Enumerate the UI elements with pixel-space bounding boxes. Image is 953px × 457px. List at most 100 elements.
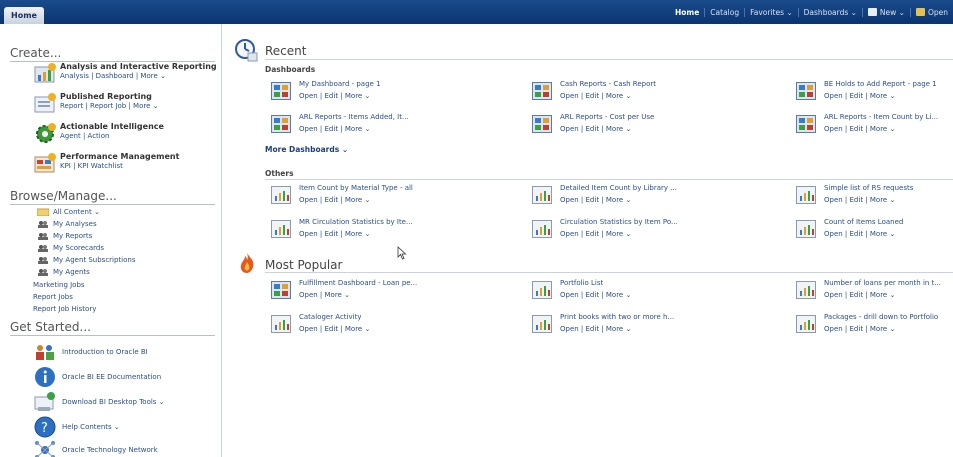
recent-other-name[interactable]: Detailed Item Count by Library ... [560,184,677,192]
gear-icon [36,123,56,143]
browse-heading: Browse/Manage... [10,189,117,203]
popular-item: Print books with two or more h... Open | … [532,313,782,341]
popular-item-actions[interactable]: Open | Edit | More ⌄ [560,291,631,299]
recent-dashboard-name[interactable]: Cash Reports - Cash Report [560,80,656,88]
recent-dashboard-actions[interactable]: Open | Edit | More ⌄ [560,125,631,133]
browse-marketing-jobs[interactable]: Marketing Jobs [33,281,85,289]
browse-my-reports[interactable]: My Reports [37,232,92,240]
tab-home[interactable]: Home [4,7,44,24]
gs-download-tools[interactable]: Download BI Desktop Tools ⌄ [34,391,165,413]
recent-other-name[interactable]: Simple list of RS requests [824,184,913,192]
browse-report-job-history[interactable]: Report Job History [33,305,96,313]
browse-my-analyses[interactable]: My Analyses [37,220,97,228]
recent-other-actions[interactable]: Open | Edit | More ⌄ [560,230,631,238]
gs-help-label: Help Contents ⌄ [62,423,120,431]
recent-other-name[interactable]: Item Count by Material Type - all [299,184,413,192]
recent-dashboard-item: Cash Reports - Cash Report Open | Edit | … [532,80,782,108]
nav-new[interactable]: New ⌄ [861,7,910,17]
popular-item-actions[interactable]: Open | Edit | More ⌄ [299,325,370,333]
browse-all-content-label: All Content ⌄ [53,208,100,216]
popular-item-name[interactable]: Fulfillment Dashboard - Loan pe... [299,279,417,287]
popular-item-name[interactable]: Portfolio List [560,279,603,287]
network-icon [35,441,55,457]
recent-dashboard-item: BE Holds to Add Report - page 1 Open | Ed… [796,80,953,108]
divider [265,59,953,60]
download-icon [34,392,55,411]
recent-heading: Recent [265,44,307,58]
gs-documentation[interactable]: Oracle BI EE Documentation [34,366,161,388]
create-analysis-links[interactable]: Analysis | Dashboard | More ⌄ [60,72,166,80]
browse-my-agents[interactable]: My Agents [37,268,90,276]
users-icon [38,257,48,264]
recent-dashboard-actions[interactable]: Open | Edit | More ⌄ [824,125,895,133]
nav-open[interactable]: Open [909,7,953,17]
browse-my-reports-label: My Reports [53,232,93,240]
recent-other-actions[interactable]: Open | Edit | More ⌄ [824,196,895,204]
recent-other-actions[interactable]: Open | Edit | More ⌄ [299,196,370,204]
report-icon [271,186,291,204]
recent-dashboard-actions[interactable]: Open | Edit | More ⌄ [299,125,370,133]
popular-item-actions[interactable]: Open | Edit | More ⌄ [560,325,631,333]
nav-favorites[interactable]: Favorites ⌄ [744,7,798,17]
users-icon [38,269,48,276]
recent-dashboard-name[interactable]: BE Holds to Add Report - page 1 [824,80,937,88]
popular-item-actions[interactable]: Open | Edit | More ⌄ [824,291,895,299]
recent-other-name[interactable]: Count of Items Loaned [824,218,903,226]
popular-item-actions[interactable]: Open | More ⌄ [299,291,350,299]
recent-other-actions[interactable]: Open | Edit | More ⌄ [824,230,895,238]
recent-other-name[interactable]: Circulation Statistics by Item Po... [560,218,678,226]
recent-other-name[interactable]: MR Circulation Statistics by Ite... [299,218,413,226]
popular-item-name[interactable]: Cataloger Activity [299,313,361,321]
popular-item: Packages - drill down to Portfolio Open |… [796,313,953,341]
browse-my-scorecards[interactable]: My Scorecards [37,244,104,252]
recent-dashboard-name[interactable]: ARL Reports - Item Count by Li... [824,113,938,121]
people-icon [36,345,54,360]
recent-dashboard-item: ARL Reports - Cost per Use Open | Edit | … [532,113,782,141]
global-nav: Home Catalog Favorites ⌄ Dashboards ⌄ Ne… [670,0,953,24]
recent-dashboard-name[interactable]: ARL Reports - Items Added, It... [299,113,409,121]
info-icon [35,367,55,387]
gs-intro-label: Introduction to Oracle BI [62,348,148,356]
browse-report-jobs[interactable]: Report Jobs [33,293,73,301]
mouse-cursor-icon [397,246,407,260]
popular-item-name[interactable]: Packages - drill down to Portfolio [824,313,938,321]
gs-documentation-label: Oracle BI EE Documentation [62,373,162,381]
recent-dashboard-name[interactable]: ARL Reports - Cost per Use [560,113,654,121]
nav-dashboards[interactable]: Dashboards ⌄ [797,7,862,17]
popular-item: Cataloger Activity Open | Edit | More ⌄ [271,313,521,341]
recent-other-item: Circulation Statistics by Item Po... Open… [532,218,782,246]
create-published-links[interactable]: Report | Report Job | More ⌄ [60,102,159,110]
recent-other-item: Count of Items Loaned Open | Edit | More … [796,218,953,246]
folder-icon [37,208,49,216]
popular-item-name[interactable]: Print books with two or more h... [560,313,674,321]
report-icon [271,220,291,238]
recent-other-item: MR Circulation Statistics by Ite... Open … [271,218,521,246]
popular-item-actions[interactable]: Open | Edit | More ⌄ [824,325,895,333]
recent-other-actions[interactable]: Open | Edit | More ⌄ [560,196,631,204]
create-performance-links[interactable]: KPI | KPI Watchlist [60,162,123,170]
recent-dashboard-item: ARL Reports - Items Added, It... Open | E… [271,113,521,141]
recent-dashboard-item: ARL Reports - Item Count by Li... Open | … [796,113,953,141]
popular-item: Fulfillment Dashboard - Loan pe... Open |… [271,279,521,307]
gs-otn[interactable]: Oracle Technology Network [34,439,158,457]
recent-dashboard-actions[interactable]: Open | Edit | More ⌄ [299,92,370,100]
popular-item-name[interactable]: Number of loans per month in t... [824,279,941,287]
gs-intro-oracle-bi[interactable]: Introduction to Oracle BI [34,341,148,363]
recent-other-actions[interactable]: Open | Edit | More ⌄ [299,230,370,238]
nav-home[interactable]: Home [670,8,704,17]
create-actionable-links[interactable]: Agent | Action [60,132,109,140]
users-icon [38,233,48,240]
popular-item: Portfolio List Open | Edit | More ⌄ [532,279,782,307]
gs-help-contents[interactable]: ? Help Contents ⌄ [34,416,120,438]
divider [10,335,215,336]
browse-all-content[interactable]: All Content ⌄ [37,208,100,216]
report-icon [796,315,816,333]
more-dashboards-link[interactable]: More Dashboards ⌄ [265,145,348,154]
browse-my-agent-subscriptions[interactable]: My Agent Subscriptions [37,256,136,264]
recent-dashboard-actions[interactable]: Open | Edit | More ⌄ [560,92,631,100]
nav-catalog[interactable]: Catalog [704,7,744,17]
users-icon [38,245,48,252]
recent-dashboard-name[interactable]: My Dashboard - page 1 [299,80,381,88]
left-panel: Create... Analysis and Interactive Repor… [0,24,222,457]
recent-dashboard-actions[interactable]: Open | Edit | More ⌄ [824,92,895,100]
